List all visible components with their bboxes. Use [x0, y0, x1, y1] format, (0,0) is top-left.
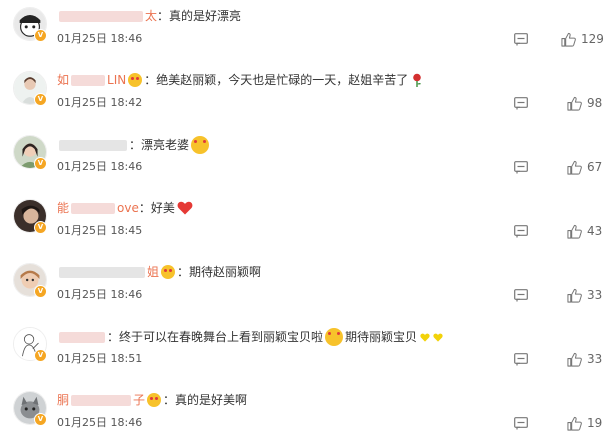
- comment-content: 如 LIN ：绝美赵丽颖，今天也是忙碌的一天，赵姐辛苦了: [57, 72, 423, 88]
- yellow-heart-icon: [433, 333, 443, 342]
- comment-text: ：绝美赵丽颖，今天也是忙碌的一天，赵姐辛苦了: [144, 73, 409, 87]
- comment-text: ：真的是好漂亮: [157, 9, 242, 23]
- like-button[interactable]: 67: [567, 159, 602, 175]
- yellow-heart-icon: [420, 333, 430, 342]
- comment-item: V ：终于可以在春晚舞台上看到丽颖宝贝啦 期待丽颖宝贝 01月25日 18:51…: [0, 320, 616, 384]
- comment-text: ：真的是好美啊: [163, 393, 248, 407]
- verified-badge-icon: V: [34, 157, 47, 170]
- comment-time: 01月25日 18:51: [57, 352, 143, 365]
- comment-time: 01月25日 18:46: [57, 288, 143, 301]
- comment-content: 太 ：真的是好漂亮: [57, 8, 241, 24]
- comment-content: 姐 ：期待赵丽颖啊: [57, 264, 261, 280]
- username[interactable]: 太: [57, 8, 157, 24]
- like-count: 19: [587, 416, 603, 430]
- comment-item: V 太 ：真的是好漂亮 01月25日 18:46 129: [0, 0, 616, 64]
- username[interactable]: 胴子: [57, 392, 145, 408]
- username[interactable]: 如 LIN: [57, 72, 126, 88]
- comment-text: ：终于可以在春晚舞台上看到丽颖宝贝啦: [107, 330, 324, 344]
- comment-content: ：终于可以在春晚舞台上看到丽颖宝贝啦 期待丽颖宝贝: [57, 328, 443, 346]
- like-count: 129: [581, 32, 604, 46]
- username[interactable]: [57, 137, 129, 153]
- crying-emoji-icon: [325, 328, 344, 346]
- comment-text: ：期待赵丽颖啊: [177, 265, 262, 279]
- username[interactable]: 能 ove: [57, 200, 139, 216]
- verified-badge-icon: V: [34, 285, 47, 298]
- like-count: 33: [587, 352, 603, 366]
- comment-icon[interactable]: [514, 33, 528, 46]
- comment-item: V 如 LIN ：绝美赵丽颖，今天也是忙碌的一天，赵姐辛苦了 01月25日 18:…: [0, 64, 616, 128]
- comment-icon[interactable]: [514, 161, 528, 174]
- red-heart-icon: [177, 201, 193, 215]
- like-count: 98: [587, 96, 603, 110]
- thumbs-up-icon: [567, 416, 582, 431]
- verified-badge-icon: V: [34, 29, 47, 42]
- comment-text: ：好美: [138, 201, 175, 215]
- verified-badge-icon: V: [34, 221, 47, 234]
- comment-icon[interactable]: [514, 97, 528, 110]
- like-button[interactable]: 129: [561, 31, 604, 47]
- rose-icon: [413, 73, 422, 87]
- comment-item: V 姐 ：期待赵丽颖啊 01月25日 18:46 33: [0, 256, 616, 320]
- like-count: 43: [587, 224, 603, 238]
- verified-badge-icon: V: [34, 93, 47, 106]
- comment-time: 01月25日 18:46: [57, 32, 143, 45]
- comment-item: V ：漂亮老婆 01月25日 18:46 67: [0, 128, 616, 192]
- thumbs-up-icon: [561, 32, 576, 47]
- thumbs-up-icon: [567, 288, 582, 303]
- emoji-icon: [128, 73, 143, 87]
- emoji-icon: [147, 393, 162, 407]
- comment-text: 期待丽颖宝贝: [345, 330, 418, 344]
- thumbs-up-icon: [567, 224, 582, 239]
- like-button[interactable]: 43: [567, 223, 602, 239]
- comment-item: V 能 ove ：好美 01月25日 18:45 43: [0, 192, 616, 256]
- comment-content: 能 ove ：好美: [57, 200, 195, 216]
- comment-text: ：漂亮老婆: [129, 138, 190, 152]
- verified-badge-icon: V: [34, 349, 47, 362]
- like-button[interactable]: 33: [567, 287, 602, 303]
- thumbs-up-icon: [567, 352, 582, 367]
- comment-time: 01月25日 18:46: [57, 160, 143, 173]
- comment-icon[interactable]: [514, 225, 528, 238]
- thumbs-up-icon: [567, 160, 582, 175]
- comment-time: 01月25日 18:42: [57, 96, 143, 109]
- verified-badge-icon: V: [34, 413, 47, 426]
- comment-icon[interactable]: [514, 417, 528, 430]
- comment-list: V 太 ：真的是好漂亮 01月25日 18:46 129 V 如 LIN ：绝美赵…: [0, 0, 616, 436]
- username[interactable]: [57, 329, 107, 345]
- comment-content: ：漂亮老婆: [57, 136, 211, 154]
- emoji-icon: [161, 265, 176, 279]
- like-button[interactable]: 98: [567, 95, 602, 111]
- username[interactable]: 姐: [57, 264, 159, 280]
- comment-item: V 胴子 ：真的是好美啊 01月25日 18:46 19: [0, 384, 616, 436]
- comment-content: 胴子 ：真的是好美啊: [57, 392, 247, 408]
- like-button[interactable]: 33: [567, 351, 602, 367]
- like-count: 67: [587, 160, 603, 174]
- comment-icon[interactable]: [514, 289, 528, 302]
- like-count: 33: [587, 288, 603, 302]
- heart-eyes-emoji-icon: [191, 136, 210, 154]
- comment-icon[interactable]: [514, 353, 528, 366]
- comment-time: 01月25日 18:45: [57, 224, 143, 237]
- thumbs-up-icon: [567, 96, 582, 111]
- comment-time: 01月25日 18:46: [57, 416, 143, 429]
- like-button[interactable]: 19: [567, 415, 602, 431]
